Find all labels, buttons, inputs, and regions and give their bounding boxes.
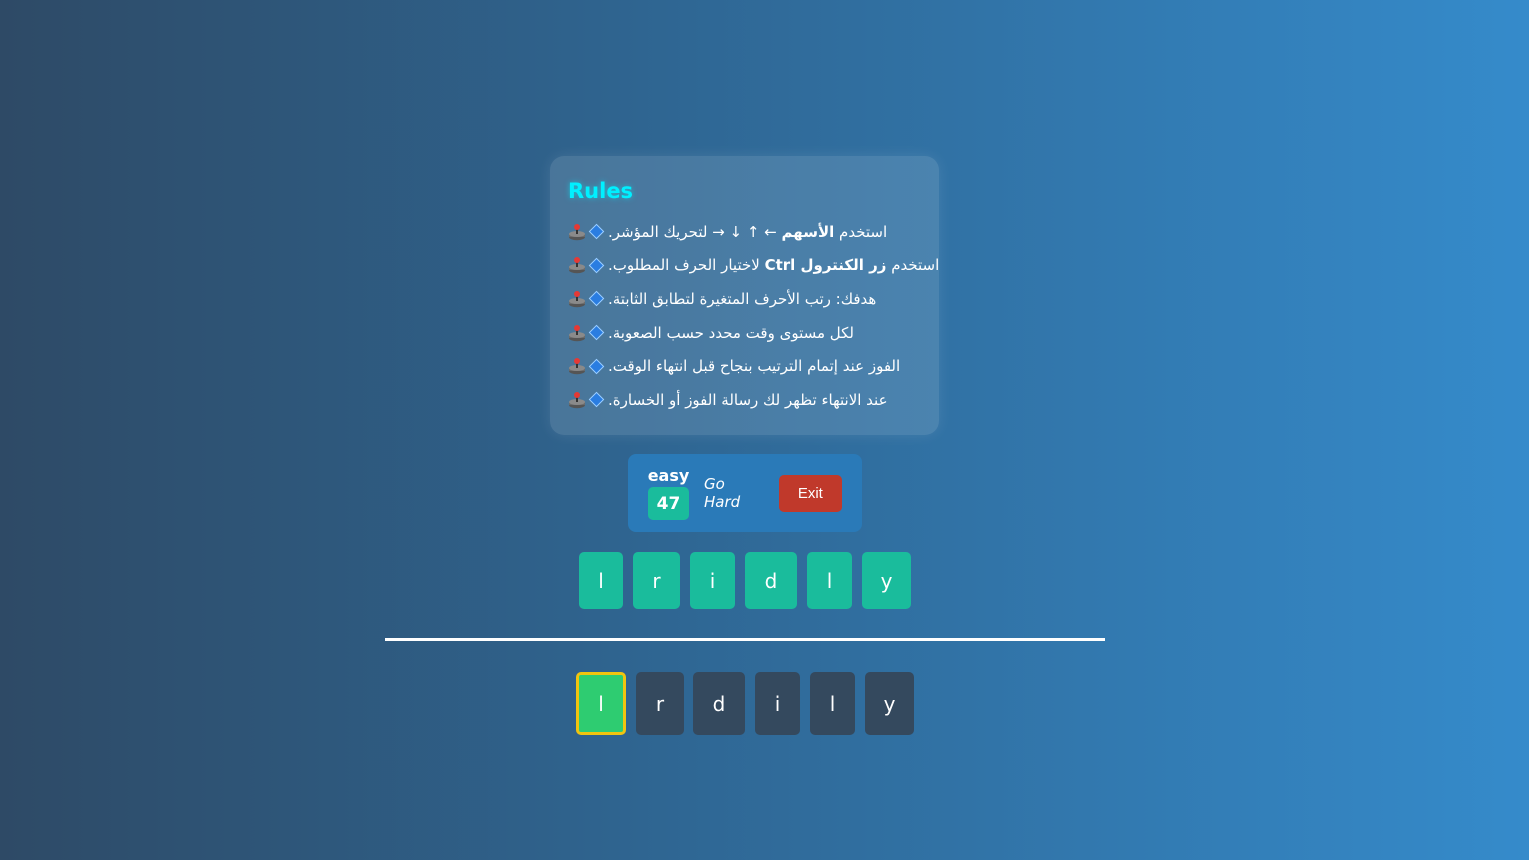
rule-item: عند الانتهاء تظهر لك رسالة الفوز أو الخس…	[568, 383, 921, 417]
joystick-icon	[569, 391, 585, 408]
player-letter-tile[interactable]: i	[755, 672, 800, 735]
player-letter-tile-selected[interactable]: l	[576, 672, 626, 735]
timer-badge: 47	[648, 487, 689, 520]
rule-item: استخدم زر الكنترول Ctrl لاختيار الحرف ال…	[568, 249, 939, 283]
player-letter-tile[interactable]: l	[810, 672, 855, 735]
target-letter-tile: i	[690, 552, 735, 609]
diamond-icon	[588, 391, 605, 408]
diamond-icon	[588, 224, 605, 240]
rules-card: Rules استخدم الأسهم ← ↑ ↓ → لتحريك المؤش…	[550, 156, 939, 435]
target-letter-tile: l	[579, 552, 623, 609]
joystick-icon	[569, 257, 585, 274]
target-letter-tile: d	[745, 552, 797, 609]
rule-item: الفوز عند إتمام الترتيب بنجاح قبل انتهاء…	[568, 349, 921, 383]
diamond-icon	[588, 291, 605, 307]
control-panel: easy 47 Go Hard Exit	[628, 454, 862, 532]
target-letter-tile: y	[862, 552, 911, 609]
level-label: easy	[647, 466, 690, 485]
joystick-icon	[569, 290, 585, 308]
level-block: easy 47	[648, 466, 689, 520]
joystick-icon	[569, 358, 585, 375]
rules-title: Rules	[568, 179, 634, 203]
target-letter-tile: l	[807, 552, 852, 609]
divider	[385, 638, 1105, 641]
player-letter-tile[interactable]: y	[865, 672, 914, 735]
diamond-icon	[588, 324, 605, 341]
rule-item: لكل مستوى وقت محدد حسب الصعوبة.	[568, 316, 921, 350]
diamond-icon	[588, 358, 605, 374]
player-letter-tile[interactable]: d	[693, 672, 745, 735]
rule-item: استخدم الأسهم ← ↑ ↓ → لتحريك المؤشر.	[568, 215, 921, 249]
target-letter-tile: r	[633, 552, 680, 609]
diamond-icon	[588, 257, 605, 274]
exit-button[interactable]: Exit	[778, 474, 842, 512]
rule-item: هدفك: رتب الأحرف المتغيرة لتطابق الثابتة…	[568, 282, 921, 316]
go-hard-button[interactable]: Go Hard	[704, 475, 764, 511]
rules-list: استخدم الأسهم ← ↑ ↓ → لتحريك المؤشر. است…	[568, 215, 939, 417]
joystick-icon	[569, 223, 585, 240]
player-letter-tile[interactable]: r	[636, 672, 684, 735]
joystick-icon	[569, 324, 585, 341]
